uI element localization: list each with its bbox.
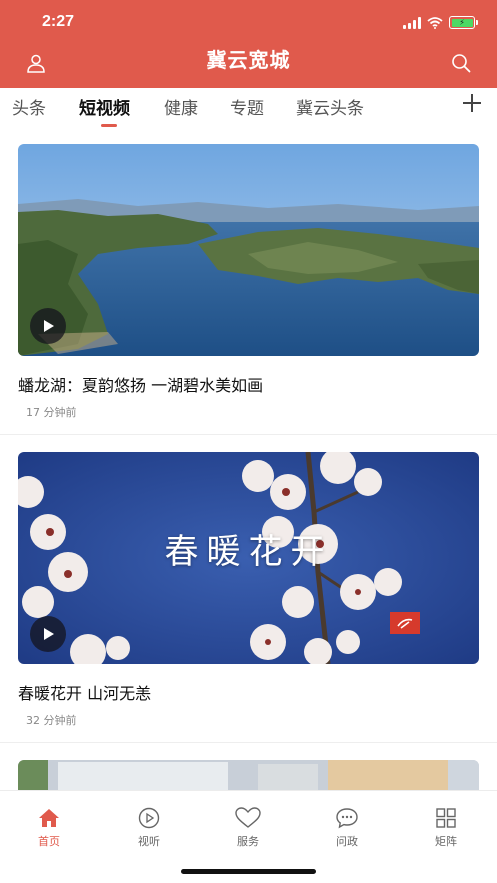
add-channel-icon[interactable] [461,92,483,114]
video-overlay-title: 春暖花开 [164,532,333,572]
status-time: 2:27 [42,13,75,30]
feed-divider [0,434,497,435]
channel-tabs: 头条 短视频 健康 专题 冀云头条 [0,88,497,130]
play-button[interactable] [30,308,66,344]
tab-short-video[interactable]: 短视频 [79,94,130,119]
home-icon [39,809,59,827]
app-header: 2:27 ⚡ 冀云宽城 [0,0,497,88]
tab-topics[interactable]: 专题 [230,94,264,119]
lake-landscape-image [18,144,479,356]
grid-icon [436,808,456,828]
app-title: 冀云宽城 [206,48,291,72]
chat-bubble-icon [336,808,358,829]
signal-icon [403,16,421,29]
play-icon [44,628,54,640]
channel-logo-watermark [390,612,420,634]
search-icon[interactable] [451,53,471,73]
home-indicator [181,869,316,874]
nav-inquiry-label: 问政 [336,835,358,848]
play-icon [44,320,54,332]
video-thumbnail-blossoms[interactable]: 春暖花开 [18,452,479,664]
play-circle-icon [138,807,160,829]
nav-audiovisual-label: 视听 [138,835,160,848]
battery-icon: ⚡ [449,16,478,29]
feed-item-time: 17 分钟前 [26,406,77,419]
video-thumbnail-lake[interactable] [18,144,479,356]
active-tab-indicator [101,124,117,127]
feed-item-title[interactable]: 蟠龙湖：夏韵悠扬 一湖碧水美如画 [18,372,263,396]
tab-jiyun-headlines[interactable]: 冀云头条 [296,94,364,119]
feed-divider [0,742,497,743]
video-thumbnail-partial[interactable] [18,760,479,790]
nav-inquiry[interactable]: 问政 [317,807,377,849]
tab-health[interactable]: 健康 [164,94,198,119]
feed-item[interactable]: 春暖花开 春暖花开 山河无恙 32 分钟前 [0,438,497,743]
status-icons: ⚡ [403,16,478,29]
feed-item[interactable]: 蟠龙湖：夏韵悠扬 一湖碧水美如画 17 分钟前 [0,130,497,435]
nav-matrix[interactable]: 矩阵 [416,807,476,849]
building-image [18,760,479,790]
heart-icon [235,807,261,828]
nav-services[interactable]: 服务 [218,807,278,849]
nav-audiovisual[interactable]: 视听 [119,807,179,849]
nav-matrix-label: 矩阵 [435,835,457,848]
wifi-icon [427,16,443,29]
nav-home-label: 首页 [38,835,60,848]
feed-item-title[interactable]: 春暖花开 山河无恙 [18,680,151,704]
tab-headlines[interactable]: 头条 [12,94,46,119]
feed-item-time: 32 分钟前 [26,714,77,727]
nav-services-label: 服务 [237,835,259,848]
play-button[interactable] [30,616,66,652]
nav-home[interactable]: 首页 [19,807,79,849]
